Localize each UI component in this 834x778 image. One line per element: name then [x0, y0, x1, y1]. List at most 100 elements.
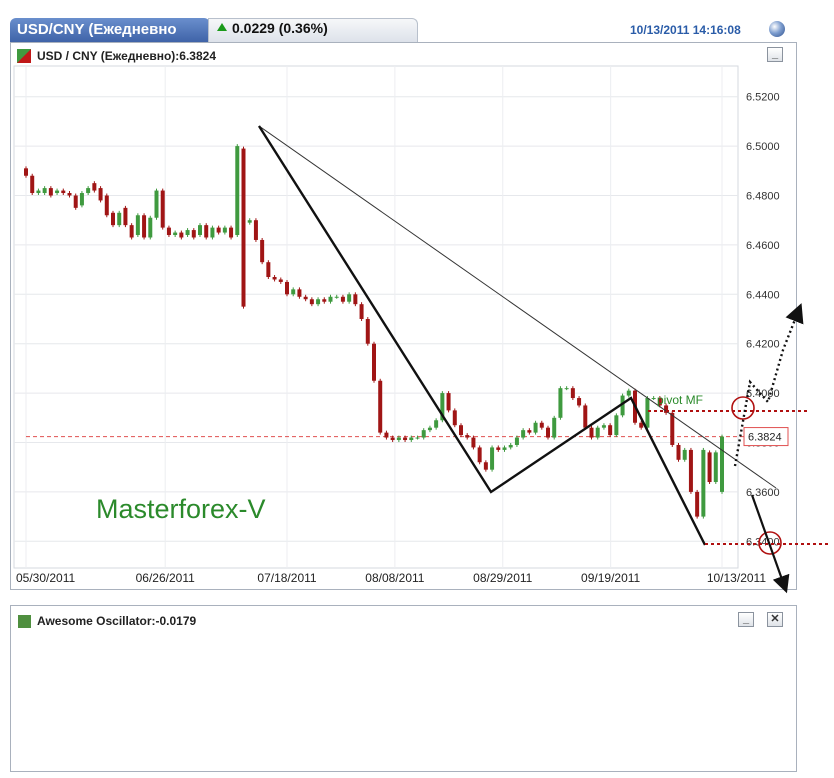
candle-body [527, 430, 532, 433]
candle-body [67, 193, 72, 196]
candle-body [601, 425, 606, 428]
candle-body [30, 175, 35, 194]
price-tick-label: 6.5000 [746, 141, 780, 153]
close-ao-button[interactable]: ✕ [767, 612, 783, 627]
candle-body [688, 449, 693, 492]
candle-body [409, 437, 414, 441]
candle-body [490, 447, 495, 470]
candle-body [129, 225, 134, 238]
candle-body [595, 427, 600, 438]
price-tick-label: 6.4400 [746, 289, 780, 301]
last-price-label: 6.3824 [748, 432, 782, 444]
candle-body [676, 444, 681, 460]
candle-body [173, 232, 178, 236]
candle-body [272, 277, 277, 280]
candle-body [160, 190, 165, 228]
price-tick-label: 6.4000 [746, 388, 780, 400]
price-tick-label: 6.4800 [746, 191, 780, 203]
ao-series-icon [18, 615, 31, 628]
candle-body [266, 262, 271, 278]
candle-body [148, 217, 153, 238]
candle-body [471, 437, 476, 448]
candle-body [477, 447, 482, 463]
candle-body [198, 225, 202, 236]
candle-body [577, 398, 582, 406]
candle-body [98, 188, 103, 201]
candle-body [707, 452, 712, 483]
candle-body [558, 388, 563, 418]
candle-body [415, 437, 420, 439]
date-tick-label: 05/30/2011 [16, 571, 75, 585]
candle-body [260, 239, 265, 263]
candle-body [347, 294, 352, 302]
candle-body [104, 195, 109, 216]
candle-body [459, 425, 463, 436]
date-tick-label: 08/29/2011 [473, 571, 532, 585]
candle-body [465, 435, 470, 438]
candle-body [720, 436, 724, 492]
candle-body [682, 449, 687, 460]
candle-body [403, 437, 408, 441]
minimize-ao-button[interactable]: _ [738, 612, 754, 627]
candle-body [328, 296, 333, 302]
candle-body [309, 299, 314, 305]
candle-body [645, 398, 650, 428]
candle-body [179, 232, 184, 238]
candle-body [713, 452, 718, 483]
price-tick-label: 6.4600 [746, 240, 780, 252]
pivot-label: pivot MF [657, 393, 703, 407]
candle-body [123, 207, 128, 226]
candle-body [55, 190, 60, 194]
candle-body [322, 299, 327, 302]
candle-body [291, 289, 296, 295]
candle-body [651, 398, 656, 400]
candle-body [583, 405, 588, 428]
date-tick-label: 07/18/2011 [257, 571, 316, 585]
candle-body [79, 193, 84, 206]
date-tick-label: 09/19/2011 [581, 571, 640, 585]
candle-body [73, 195, 78, 208]
candle-body [626, 390, 631, 396]
candle-body [210, 227, 215, 238]
candle-body [297, 289, 302, 297]
date-tick-label: 08/08/2011 [365, 571, 424, 585]
candle-body [496, 447, 501, 450]
candle-body [42, 188, 47, 194]
candle-body [353, 294, 358, 305]
price-tick-label: 6.5200 [746, 92, 780, 104]
candle-body [539, 422, 544, 428]
candle-body [695, 491, 700, 517]
candle-body [117, 212, 122, 226]
candle-body [135, 215, 140, 236]
candle-body [521, 430, 526, 438]
candle-body [384, 432, 389, 438]
candle-body [483, 462, 488, 470]
candle-body [546, 427, 550, 438]
candle-body [48, 188, 53, 196]
awesome-oscillator-panel [10, 605, 797, 772]
price-tick-label: 6.3400 [746, 536, 780, 548]
candle-body [253, 220, 258, 240]
date-tick-label: 06/26/2011 [136, 571, 195, 585]
candle-body [608, 425, 613, 436]
candle-body [434, 420, 439, 428]
candle-body [701, 449, 706, 517]
candle-body [36, 190, 41, 194]
candle-body [564, 388, 569, 390]
candle-body [316, 299, 321, 305]
candle-body [365, 319, 370, 344]
candle-body [285, 281, 289, 295]
candle-body [340, 296, 345, 302]
candle-body [235, 146, 240, 236]
candle-body [502, 447, 507, 450]
price-tick-label: 6.4200 [746, 339, 780, 351]
candle-body [142, 215, 147, 238]
candle-body [222, 227, 227, 233]
candle-body [446, 393, 451, 411]
candle-body [378, 380, 383, 433]
candle-body [670, 412, 675, 445]
price-tick-label: 6.3600 [746, 487, 780, 499]
candle-body [24, 168, 28, 176]
candle-body [92, 183, 97, 191]
candle-body [229, 227, 234, 238]
